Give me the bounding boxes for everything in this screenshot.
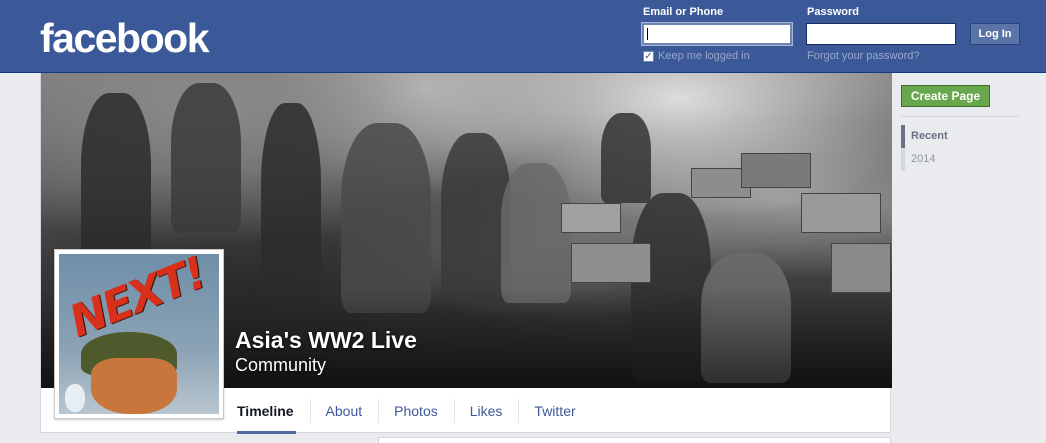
- keep-logged-in-label[interactable]: Keep me logged in: [658, 50, 750, 62]
- timeline-tabs: Timeline About Photos Likes Twitter: [237, 389, 592, 434]
- password-label: Password: [807, 6, 859, 18]
- forgot-password-link[interactable]: Forgot your password?: [807, 50, 920, 62]
- year-nav-2014[interactable]: 2014: [901, 148, 948, 171]
- create-page-button[interactable]: Create Page: [901, 85, 990, 107]
- page-title[interactable]: Asia's WW2 Live: [235, 327, 417, 354]
- sidebar-divider: [901, 116, 1019, 117]
- page-category[interactable]: Community: [235, 355, 326, 376]
- tab-timeline[interactable]: Timeline: [237, 389, 310, 434]
- year-navigation: Recent 2014: [901, 125, 948, 171]
- profile-picture-image: NEXT!: [59, 254, 219, 414]
- keep-logged-in[interactable]: ✓ Keep me logged in: [643, 50, 750, 62]
- top-bar: facebook Email or Phone Password Log In …: [0, 0, 1046, 73]
- keep-logged-in-checkbox[interactable]: ✓: [643, 50, 654, 62]
- password-field[interactable]: [806, 23, 956, 45]
- email-field[interactable]: [641, 22, 793, 46]
- tab-about[interactable]: About: [309, 389, 379, 433]
- year-nav-recent[interactable]: Recent: [901, 125, 948, 148]
- content-strip: [378, 437, 891, 443]
- tab-photos[interactable]: Photos: [378, 389, 454, 433]
- face-shape: [91, 358, 177, 414]
- facebook-logo[interactable]: facebook: [40, 16, 210, 60]
- profile-picture[interactable]: NEXT!: [54, 249, 224, 419]
- bomb-shape: [65, 384, 85, 412]
- text-caret: [647, 28, 648, 40]
- email-label: Email or Phone: [643, 6, 724, 18]
- login-button[interactable]: Log In: [970, 23, 1020, 45]
- tab-twitter[interactable]: Twitter: [518, 389, 591, 433]
- tab-likes[interactable]: Likes: [453, 389, 519, 433]
